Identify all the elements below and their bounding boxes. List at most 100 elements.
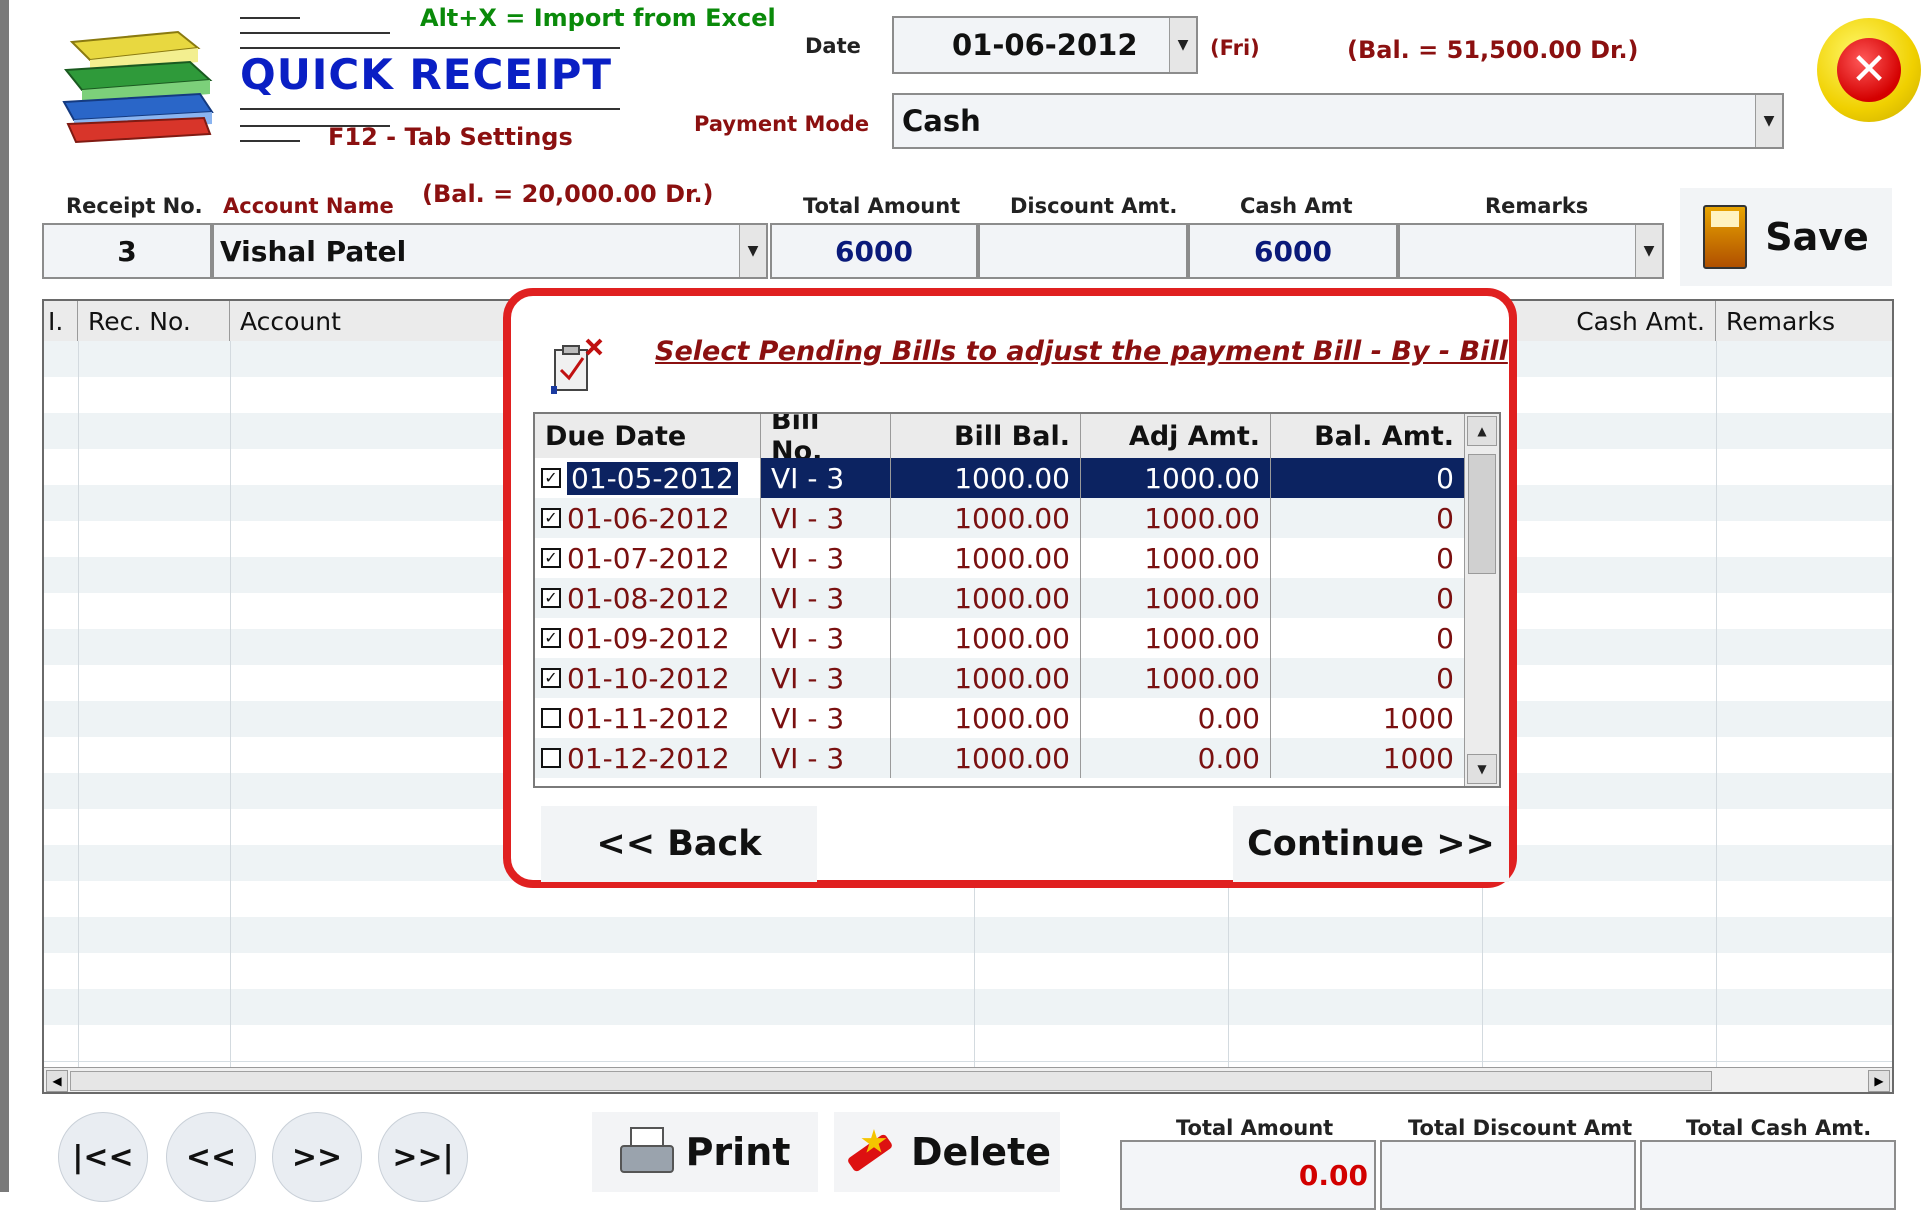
total-amount-field[interactable]: 6000 [770, 223, 978, 279]
bill-cell-bal-amt: 0 [1271, 458, 1465, 498]
back-label: << Back [596, 824, 762, 864]
bills-col-bill-no[interactable]: Bill No. [761, 414, 891, 467]
bill-row[interactable]: ✓ 01-06-2012 VI - 3 1000.00 1000.00 0 [535, 498, 1465, 538]
checkbox-checked-icon[interactable]: ✓ [541, 548, 561, 568]
bill-cell-due-date: ✓ 01-09-2012 [535, 618, 761, 658]
table-row[interactable] [44, 1025, 1892, 1062]
nav-last-label: >>| [392, 1139, 454, 1175]
bill-cell-bill-no: VI - 3 [761, 578, 891, 618]
nav-first-button[interactable]: |<< [58, 1112, 148, 1202]
account-name-select[interactable]: Vishal Patel ▼ [212, 223, 768, 279]
print-label: Print [685, 1130, 791, 1174]
nav-last-button[interactable]: >>| [378, 1112, 468, 1202]
grid-horizontal-scrollbar[interactable]: ◀ ▶ [44, 1067, 1892, 1092]
bill-row[interactable]: ✓ 01-05-2012 VI - 3 1000.00 1000.00 0 [535, 458, 1465, 498]
header-rule [240, 17, 300, 19]
bills-table-header: Due Date Bill No. Bill Bal. Adj Amt. Bal… [535, 414, 1465, 467]
payment-mode-select[interactable]: Cash ▼ [892, 93, 1784, 149]
account-name-label: Account Name [223, 194, 394, 218]
grid-col-index[interactable]: I. [44, 301, 78, 341]
nav-first-label: |<< [72, 1139, 134, 1175]
bills-vertical-scrollbar[interactable]: ▲ ▼ [1464, 414, 1499, 786]
header-rule [240, 32, 390, 34]
bill-cell-due-date: ✓ 01-10-2012 [535, 658, 761, 698]
bill-cell-bill-bal: 1000.00 [891, 498, 1081, 538]
date-picker[interactable]: 01-06-2012 ▼ [892, 16, 1198, 74]
bill-cell-adj-amt: 1000.00 [1081, 658, 1271, 698]
total-discount-footer-field [1380, 1140, 1636, 1210]
discount-amt-field[interactable] [978, 223, 1188, 279]
receipt-no-field[interactable]: 3 [42, 223, 212, 279]
remarks-select[interactable]: ▼ [1398, 223, 1664, 279]
table-row[interactable] [44, 953, 1892, 990]
grid-divider [1716, 341, 1717, 1068]
bill-cell-due-date: 01-12-2012 [535, 738, 761, 778]
checkbox-checked-icon[interactable]: ✓ [541, 468, 561, 488]
bills-col-bal-amt[interactable]: Bal. Amt. [1271, 414, 1465, 458]
total-cash-footer-field [1640, 1140, 1896, 1210]
checkbox-checked-icon[interactable]: ✓ [541, 508, 561, 528]
close-button[interactable]: ✕ [1817, 18, 1921, 122]
bill-row[interactable]: ✓ 01-07-2012 VI - 3 1000.00 1000.00 0 [535, 538, 1465, 578]
bills-scrollbar-thumb[interactable] [1468, 454, 1496, 574]
bill-cell-due-date: ✓ 01-07-2012 [535, 538, 761, 578]
nav-prev-label: << [185, 1139, 237, 1175]
bill-due-date: 01-12-2012 [567, 741, 730, 775]
bill-row[interactable]: ✓ 01-10-2012 VI - 3 1000.00 1000.00 0 [535, 658, 1465, 698]
account-dropdown-icon[interactable]: ▼ [739, 225, 766, 277]
nav-next-button[interactable]: >> [272, 1112, 362, 1202]
bill-cell-adj-amt: 1000.00 [1081, 538, 1271, 578]
bill-row[interactable]: 01-12-2012 VI - 3 1000.00 0.00 1000 [535, 738, 1465, 778]
bill-due-date: 01-10-2012 [567, 661, 730, 695]
total-amount-label: Total Amount [803, 194, 961, 218]
back-button[interactable]: << Back [541, 806, 817, 882]
bills-col-due-date[interactable]: Due Date [535, 414, 761, 458]
table-row[interactable] [44, 917, 1892, 954]
date-value: 01-06-2012 [952, 28, 1138, 62]
bill-cell-adj-amt: 1000.00 [1081, 618, 1271, 658]
nav-next-label: >> [291, 1139, 343, 1175]
scrollbar-thumb[interactable] [70, 1071, 1712, 1091]
checkbox-checked-icon[interactable]: ✓ [541, 628, 561, 648]
print-button[interactable]: Print [592, 1112, 818, 1192]
delete-button[interactable]: Delete [834, 1112, 1060, 1192]
total-amount-footer-value: 0.00 [1298, 1158, 1368, 1192]
nav-prev-button[interactable]: << [166, 1112, 256, 1202]
checkbox-checked-icon[interactable]: ✓ [541, 588, 561, 608]
cash-amt-field[interactable]: 6000 [1188, 223, 1398, 279]
bill-due-date: 01-11-2012 [567, 701, 730, 735]
bill-cell-bill-bal: 1000.00 [891, 618, 1081, 658]
checkbox-unchecked-icon[interactable] [541, 748, 561, 768]
bill-row[interactable]: ✓ 01-09-2012 VI - 3 1000.00 1000.00 0 [535, 618, 1465, 658]
day-label: (Fri) [1210, 36, 1260, 60]
date-dropdown-icon[interactable]: ▼ [1169, 18, 1196, 72]
payment-mode-dropdown-icon[interactable]: ▼ [1755, 95, 1782, 147]
save-label: Save [1765, 215, 1869, 259]
cash-amt-value: 6000 [1254, 234, 1332, 268]
bill-row[interactable]: 01-11-2012 VI - 3 1000.00 0.00 1000 [535, 698, 1465, 738]
scroll-up-icon[interactable]: ▲ [1467, 416, 1497, 446]
scroll-left-icon[interactable]: ◀ [46, 1070, 68, 1092]
bills-col-adj-amt[interactable]: Adj Amt. [1081, 414, 1271, 458]
checkbox-checked-icon[interactable]: ✓ [541, 668, 561, 688]
pending-bills-table[interactable]: Due Date Bill No. Bill Bal. Adj Amt. Bal… [533, 412, 1501, 788]
scroll-down-icon[interactable]: ▼ [1467, 754, 1497, 784]
bill-row[interactable]: ✓ 01-08-2012 VI - 3 1000.00 1000.00 0 [535, 578, 1465, 618]
checklist-icon [549, 334, 611, 396]
window-left-border [0, 0, 9, 1192]
continue-button[interactable]: Continue >> [1233, 806, 1509, 882]
checkbox-unchecked-icon[interactable] [541, 708, 561, 728]
header-rule [240, 140, 300, 142]
bills-col-bill-bal[interactable]: Bill Bal. [891, 414, 1081, 458]
scroll-right-icon[interactable]: ▶ [1868, 1070, 1890, 1092]
remarks-dropdown-icon[interactable]: ▼ [1635, 225, 1662, 277]
printer-icon [619, 1127, 674, 1177]
grid-col-remarks[interactable]: Remarks [1716, 301, 1892, 341]
bill-cell-bill-no: VI - 3 [761, 538, 891, 578]
bill-cell-due-date: ✓ 01-06-2012 [535, 498, 761, 538]
save-button[interactable]: Save [1680, 188, 1892, 286]
total-cash-footer-label: Total Cash Amt. [1686, 1116, 1872, 1140]
table-row[interactable] [44, 989, 1892, 1026]
grid-col-rec-no[interactable]: Rec. No. [78, 301, 230, 341]
delete-label: Delete [910, 1130, 1052, 1174]
